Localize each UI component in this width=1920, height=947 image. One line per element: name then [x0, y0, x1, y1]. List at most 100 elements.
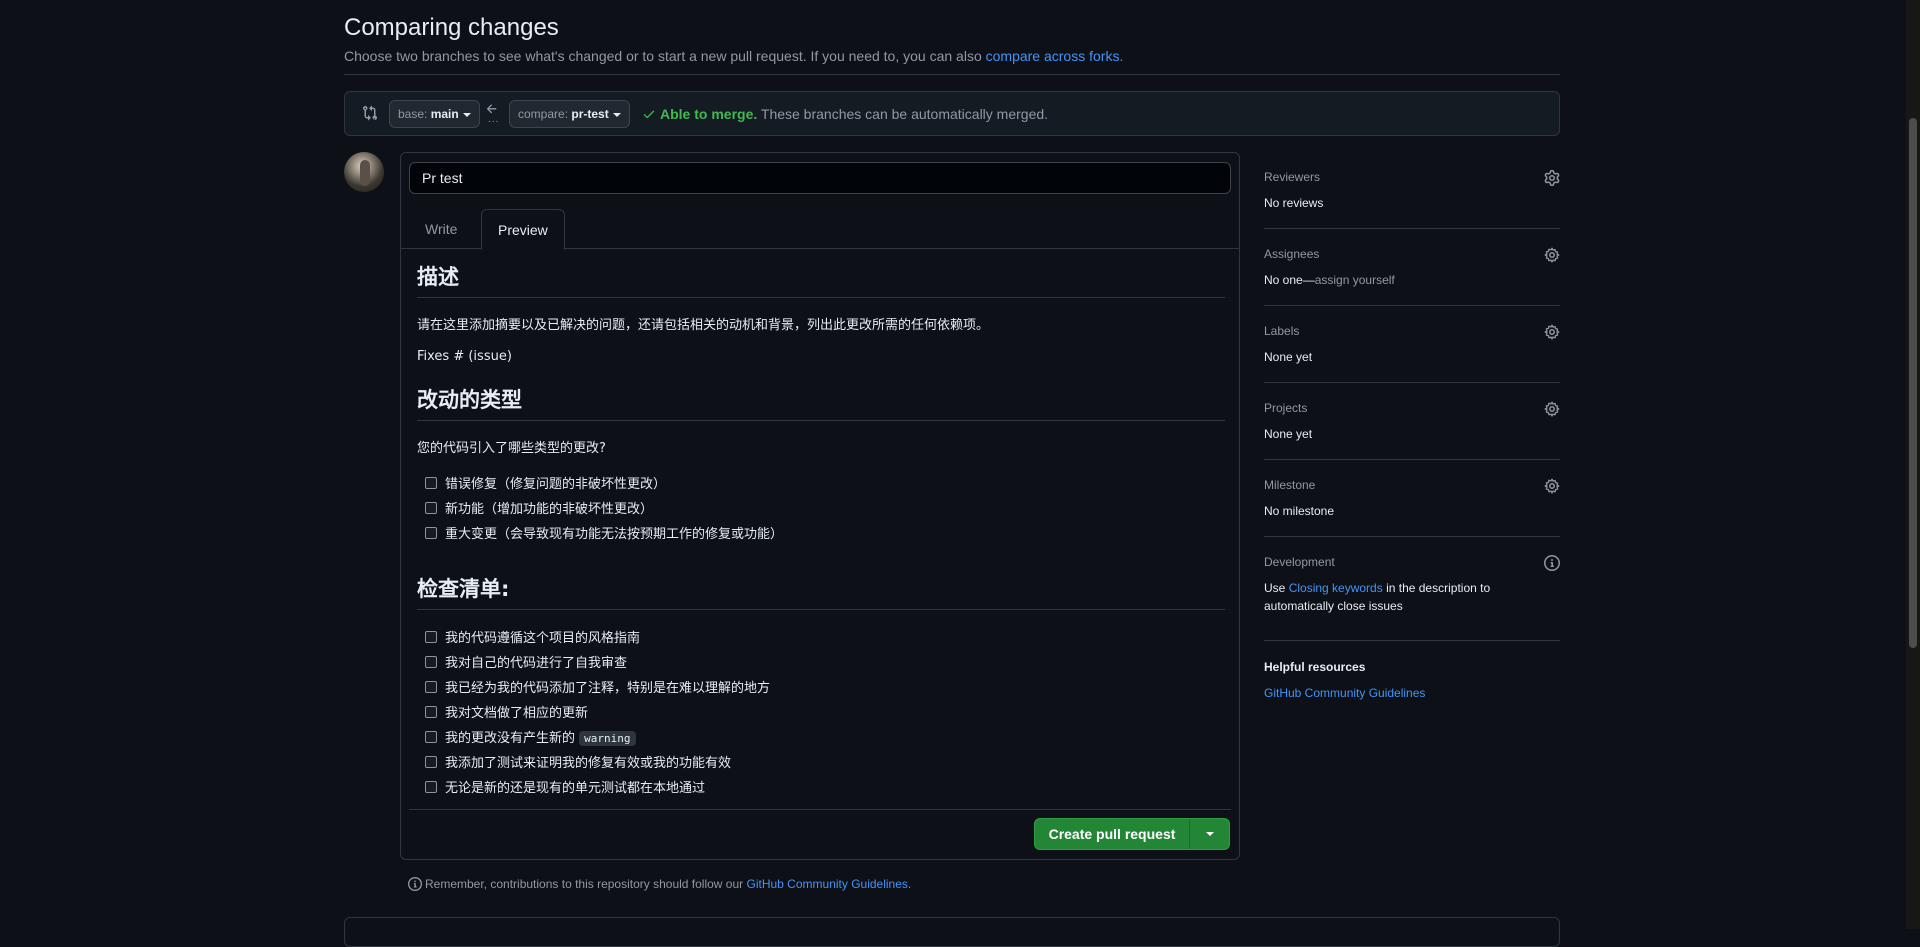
sidebar-label: Labels: [1264, 324, 1300, 338]
community-guidelines-link[interactable]: GitHub Community Guidelines: [1264, 686, 1425, 700]
pr-sidebar: Reviewers No reviews Assignees No one—as…: [1264, 152, 1560, 711]
pr-editor: Write Preview 描述 请在这里添加摘要以及已解决的问题，还请包括相关…: [400, 152, 1240, 860]
warning-code: warning: [579, 731, 636, 746]
dev-text-before: Use: [1264, 581, 1289, 595]
list-item: 我的代码遵循这个项目的风格指南: [417, 626, 1225, 651]
sidebar-label: Helpful resources: [1264, 660, 1366, 674]
editor-tabs: Write Preview: [401, 209, 1239, 250]
compare-bar: base: main ... compare: pr-test Able to …: [344, 91, 1560, 136]
create-options-dropdown[interactable]: [1189, 819, 1229, 849]
sidebar-value: No reviews: [1264, 196, 1324, 210]
task-label: 我对自己的代码进行了自我审查: [445, 656, 628, 671]
list-item: 错误修复（修复问题的非破坏性更改）: [417, 472, 1225, 497]
sidebar-value: No milestone: [1264, 504, 1335, 518]
list-item: 无论是新的还是现有的单元测试都在本地通过: [417, 776, 1225, 801]
page-scrollbar[interactable]: [1906, 0, 1920, 929]
compare-branch-name: pr-test: [571, 107, 609, 121]
change-types-question: 您的代码引入了哪些类型的更改?: [417, 441, 606, 456]
markdown-preview: 描述 请在这里添加摘要以及已解决的问题，还请包括相关的动机和背景，列出此更改所需…: [417, 261, 1225, 819]
sidebar-projects: Projects None yet: [1264, 383, 1560, 460]
task-label: 新功能（增加功能的非破坏性更改）: [445, 502, 654, 517]
list-item: 新功能（增加功能的非破坏性更改）: [417, 497, 1225, 522]
task-checkbox[interactable]: [425, 477, 437, 489]
contribution-reminder: Remember, contributions to this reposito…: [408, 877, 911, 891]
commits-summary-box: [344, 917, 1560, 947]
avatar[interactable]: [344, 152, 384, 192]
task-label: 重大变更（会导致现有功能无法按预期工作的修复或功能）: [445, 527, 784, 542]
merge-ok-text: Able to merge.: [660, 106, 758, 122]
base-branch-prefix: base:: [398, 107, 431, 121]
assignees-value: No one—: [1264, 273, 1315, 287]
chevron-down-icon: [612, 112, 621, 117]
compare-branch-select[interactable]: compare: pr-test: [509, 100, 630, 128]
sidebar-label: Assignees: [1264, 247, 1320, 261]
base-branch-select[interactable]: base: main: [389, 100, 480, 128]
compare-page: Comparing changes Choose two branches to…: [344, 0, 1560, 947]
task-checkbox[interactable]: [425, 731, 437, 743]
task-checkbox[interactable]: [425, 656, 437, 668]
sidebar-assignees: Assignees No one—assign yourself: [1264, 229, 1560, 306]
task-checkbox[interactable]: [425, 756, 437, 768]
task-label: 我对文档做了相应的更新: [445, 706, 589, 721]
sidebar-development: Development Use Closing keywords in the …: [1264, 537, 1560, 641]
scrollbar-thumb[interactable]: [1909, 118, 1917, 648]
sidebar-reviewers: Reviewers No reviews: [1264, 152, 1560, 229]
subtitle-text: Choose two branches to see what's change…: [344, 48, 986, 64]
sidebar-milestone: Milestone No milestone: [1264, 460, 1560, 537]
page-subtitle: Choose two branches to see what's change…: [344, 48, 1123, 64]
task-checkbox[interactable]: [425, 502, 437, 514]
heading-checklist: 检查清单:: [417, 573, 1225, 610]
check-icon: [643, 110, 655, 119]
sidebar-value: No one—assign yourself: [1264, 273, 1395, 287]
page-title: Comparing changes: [344, 14, 559, 41]
list-item: 我已经为我的代码添加了注释，特别是在难以理解的地方: [417, 676, 1225, 701]
info-icon[interactable]: [1544, 555, 1560, 571]
gear-icon[interactable]: [1544, 170, 1560, 186]
task-label: 我的代码遵循这个项目的风格指南: [445, 631, 641, 646]
gear-icon[interactable]: [1544, 247, 1560, 263]
sidebar-label: Milestone: [1264, 478, 1316, 492]
sidebar-value: None yet: [1264, 427, 1313, 441]
gear-icon[interactable]: [1544, 401, 1560, 417]
sidebar-label: Reviewers: [1264, 170, 1321, 184]
compare-dots: ...: [488, 114, 500, 125]
task-label: 我的更改没有产生新的: [445, 731, 580, 746]
heading-change-types: 改动的类型: [417, 384, 1225, 421]
sidebar-labels: Labels None yet: [1264, 306, 1560, 383]
create-pull-request-button[interactable]: Create pull request: [1034, 818, 1230, 850]
task-label: 无论是新的还是现有的单元测试都在本地通过: [445, 781, 706, 796]
triangle-down-icon: [1206, 832, 1214, 836]
task-label: 我已经为我的代码添加了注释，特别是在难以理解的地方: [445, 681, 771, 696]
gear-icon[interactable]: [1544, 324, 1560, 340]
sidebar-label: Projects: [1264, 401, 1308, 415]
list-item: 我对自己的代码进行了自我审查: [417, 651, 1225, 676]
merge-detail-text: These branches can be automatically merg…: [757, 106, 1049, 122]
gear-icon[interactable]: [1544, 478, 1560, 494]
info-icon: [408, 877, 422, 891]
list-item: 重大变更（会导致现有功能无法按预期工作的修复或功能）: [417, 522, 1225, 547]
task-checkbox[interactable]: [425, 706, 437, 718]
pr-title-input[interactable]: [409, 162, 1231, 194]
compare-across-forks-link[interactable]: compare across forks.: [986, 48, 1124, 64]
header-divider: [344, 74, 1560, 75]
tab-write[interactable]: Write: [409, 209, 473, 250]
assign-yourself-link[interactable]: assign yourself: [1315, 273, 1395, 287]
task-checkbox[interactable]: [425, 631, 437, 643]
tab-preview[interactable]: Preview: [481, 209, 565, 250]
task-checkbox[interactable]: [425, 527, 437, 539]
merge-status: Able to merge. These branches can be aut…: [642, 106, 1048, 122]
task-checkbox[interactable]: [425, 781, 437, 793]
base-branch-name: main: [430, 107, 459, 121]
sidebar-label: Development: [1264, 555, 1335, 569]
create-pull-request-label[interactable]: Create pull request: [1035, 819, 1189, 849]
reminder-text: Remember, contributions to this reposito…: [425, 877, 747, 891]
task-checkbox[interactable]: [425, 681, 437, 693]
community-guidelines-link[interactable]: GitHub Community Guidelines.: [747, 877, 912, 891]
task-label: 我添加了测试来证明我的修复有效或我的功能有效: [445, 756, 732, 771]
change-type-list: 错误修复（修复问题的非破坏性更改） 新功能（增加功能的非破坏性更改） 重大变更（…: [417, 472, 1225, 547]
sidebar-helpful-resources: Helpful resources GitHub Community Guide…: [1264, 641, 1560, 711]
checklist: 我的代码遵循这个项目的风格指南 我对自己的代码进行了自我审查 我已经为我的代码添…: [417, 626, 1225, 801]
chevron-down-icon: [462, 112, 471, 117]
list-item: 我的更改没有产生新的 warning: [417, 726, 1225, 751]
closing-keywords-link[interactable]: Closing keywords: [1289, 581, 1383, 595]
